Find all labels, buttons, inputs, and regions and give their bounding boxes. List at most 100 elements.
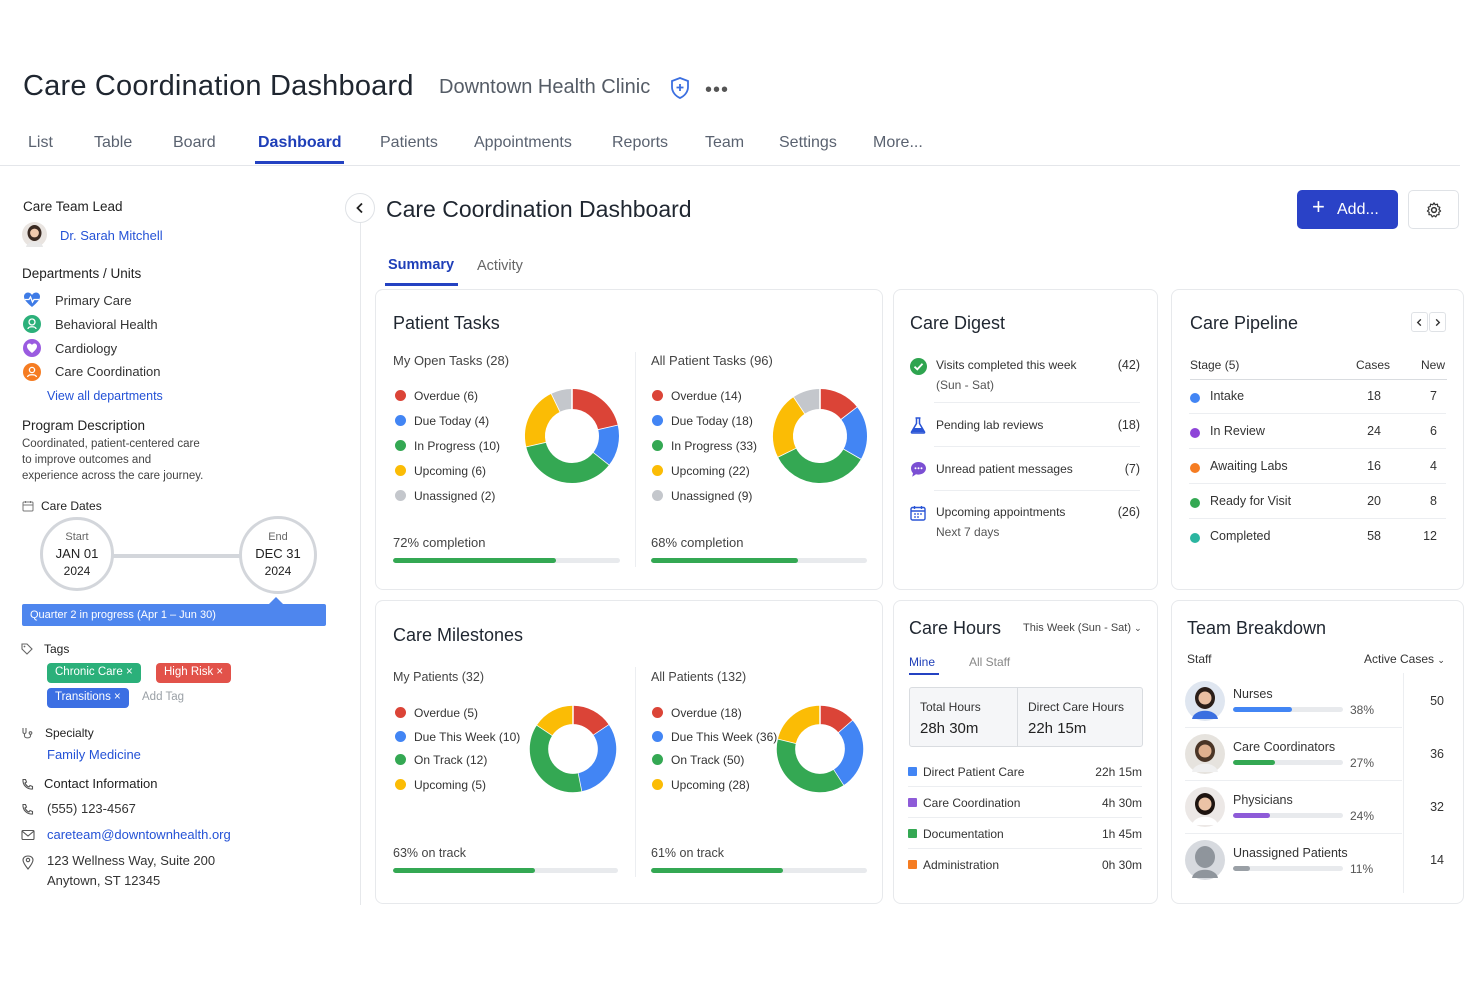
total-hours-label: Total Hours	[920, 700, 981, 714]
category-swatch	[908, 829, 917, 838]
plus-icon: +	[1312, 194, 1325, 219]
date-range-dropdown[interactable]: This Week (Sun - Sat) ⌄	[1023, 622, 1142, 634]
calendar-icon	[22, 501, 34, 512]
tab-board[interactable]: Board	[173, 134, 216, 152]
phone-number[interactable]: (555) 123-4567	[47, 801, 136, 816]
program-description-line-1: Coordinated, patient-centered care	[22, 438, 200, 450]
filter-value: Active Cases	[1364, 652, 1435, 666]
tags-heading: Tags	[44, 642, 70, 656]
phone-icon	[22, 803, 34, 815]
legend-item: Upcoming (5)	[395, 778, 486, 792]
settings-button[interactable]	[1408, 190, 1459, 229]
pipeline-prev-button[interactable]	[1411, 312, 1428, 332]
tab-mine[interactable]: Mine	[909, 655, 935, 669]
department-behavioral-health[interactable]: Behavioral Health	[55, 317, 158, 332]
all-completion-bar	[651, 558, 867, 563]
row-divider	[1185, 780, 1402, 781]
remove-tag-icon[interactable]: ×	[114, 691, 121, 703]
donut-slice	[577, 724, 617, 792]
tag-transitions[interactable]: Transitions ×	[47, 688, 129, 708]
tab-summary[interactable]: Summary	[388, 257, 454, 273]
email-link[interactable]: careteam@downtownhealth.org	[47, 827, 231, 842]
more-options-icon[interactable]: •••	[705, 79, 729, 102]
tag-high-risk[interactable]: High Risk ×	[156, 663, 232, 683]
care-digest-card: Care Digest Visits completed this week (…	[893, 289, 1158, 590]
donut-slice	[537, 705, 574, 736]
hours-value: 22h 15m	[1095, 765, 1142, 779]
hours-category: Direct Patient Care	[923, 765, 1025, 779]
chevron-right-icon	[1435, 318, 1441, 327]
shield-plus-icon[interactable]	[668, 76, 692, 100]
department-primary-care[interactable]: Primary Care	[55, 293, 132, 308]
stage-cases: 24	[1367, 424, 1381, 438]
department-cardiology[interactable]: Cardiology	[55, 341, 117, 356]
donut-slice	[793, 389, 821, 414]
care-milestones-card: Care Milestones My Patients (32) All Pat…	[375, 600, 883, 904]
program-description-line-3: experience across the care journey.	[22, 470, 204, 482]
legend-item: Due Today (18)	[652, 414, 753, 428]
quarter-progress-banner: Quarter 2 in progress (Apr 1 – Jun 30)	[22, 604, 326, 626]
tab-settings[interactable]: Settings	[779, 134, 837, 152]
all-patients-label: All Patients (132)	[651, 670, 747, 684]
legend-item: Unassigned (2)	[395, 489, 495, 503]
pipeline-next-button[interactable]	[1429, 312, 1446, 332]
check-circle-icon	[910, 358, 927, 375]
calendar-icon	[910, 506, 926, 521]
legend-item: Due This Week (36)	[652, 730, 777, 744]
active-cases-dropdown[interactable]: Active Cases ⌄	[1364, 652, 1445, 666]
hours-value: 4h 30m	[1101, 796, 1142, 810]
tab-all-staff[interactable]: All Staff	[969, 655, 1010, 669]
tab-activity[interactable]: Activity	[477, 258, 523, 274]
stethoscope-icon	[22, 728, 33, 739]
hours-summary-box: Total Hours 28h 30m Direct Care Hours 22…	[909, 687, 1143, 747]
stage-new: 4	[1430, 459, 1437, 473]
my-on-track-bar	[393, 868, 618, 873]
stage-cases: 20	[1367, 494, 1381, 508]
tab-table[interactable]: Table	[94, 134, 132, 152]
donut-slice	[526, 441, 609, 483]
stage-name: Awaiting Labs	[1210, 459, 1288, 473]
tab-patients[interactable]: Patients	[380, 134, 438, 152]
all-completion-label: 68% completion	[651, 535, 744, 550]
department-care-coordination[interactable]: Care Coordination	[55, 364, 161, 379]
tab-more[interactable]: More...	[873, 134, 923, 152]
specialty-link[interactable]: Family Medicine	[47, 747, 141, 762]
org-name: Downtown Health Clinic	[439, 76, 651, 98]
progress-fill	[1233, 866, 1250, 871]
remove-tag-icon[interactable]: ×	[216, 666, 223, 678]
cardiology-heart-icon	[23, 339, 41, 357]
collapse-sidebar-button[interactable]	[345, 193, 375, 223]
add-button[interactable]: + Add...	[1297, 190, 1398, 229]
care-team-lead-link[interactable]: Dr. Sarah Mitchell	[60, 228, 163, 243]
donut-slice	[773, 396, 806, 457]
tab-team[interactable]: Team	[705, 134, 744, 152]
tab-appointments[interactable]: Appointments	[474, 134, 572, 152]
tab-dashboard[interactable]: Dashboard	[258, 134, 342, 152]
stage-new: 8	[1430, 494, 1437, 508]
row-divider	[1189, 448, 1446, 449]
staff-name: Unassigned Patients	[1233, 846, 1348, 860]
staff-share-pct: 11%	[1350, 862, 1374, 876]
tab-list[interactable]: List	[28, 134, 53, 152]
view-all-departments-link[interactable]: View all departments	[47, 389, 163, 403]
row-divider	[1185, 833, 1402, 834]
progress-fill	[1233, 760, 1275, 765]
legend-item: Overdue (14)	[652, 389, 742, 403]
row-divider	[934, 402, 1140, 403]
tab-reports[interactable]: Reports	[612, 134, 668, 152]
legend-item: Upcoming (6)	[395, 464, 486, 478]
donut-slice	[525, 393, 561, 447]
gear-icon	[1426, 202, 1441, 218]
legend-item: Due Today (4)	[395, 414, 489, 428]
legend-item: In Progress (10)	[395, 439, 500, 453]
card-title: Patient Tasks	[393, 313, 500, 333]
chevron-down-icon: ⌄	[1134, 623, 1142, 633]
staff-share-bar	[1233, 707, 1343, 712]
remove-tag-icon[interactable]: ×	[126, 666, 133, 678]
add-tag-button[interactable]: Add Tag	[142, 691, 184, 703]
address-line-2: Anytown, ST 12345	[47, 873, 161, 888]
hours-category: Care Coordination	[923, 796, 1021, 810]
tag-chronic-care[interactable]: Chronic Care ×	[47, 663, 141, 683]
column-divider	[635, 352, 636, 567]
staff-share-pct: 24%	[1350, 809, 1375, 823]
